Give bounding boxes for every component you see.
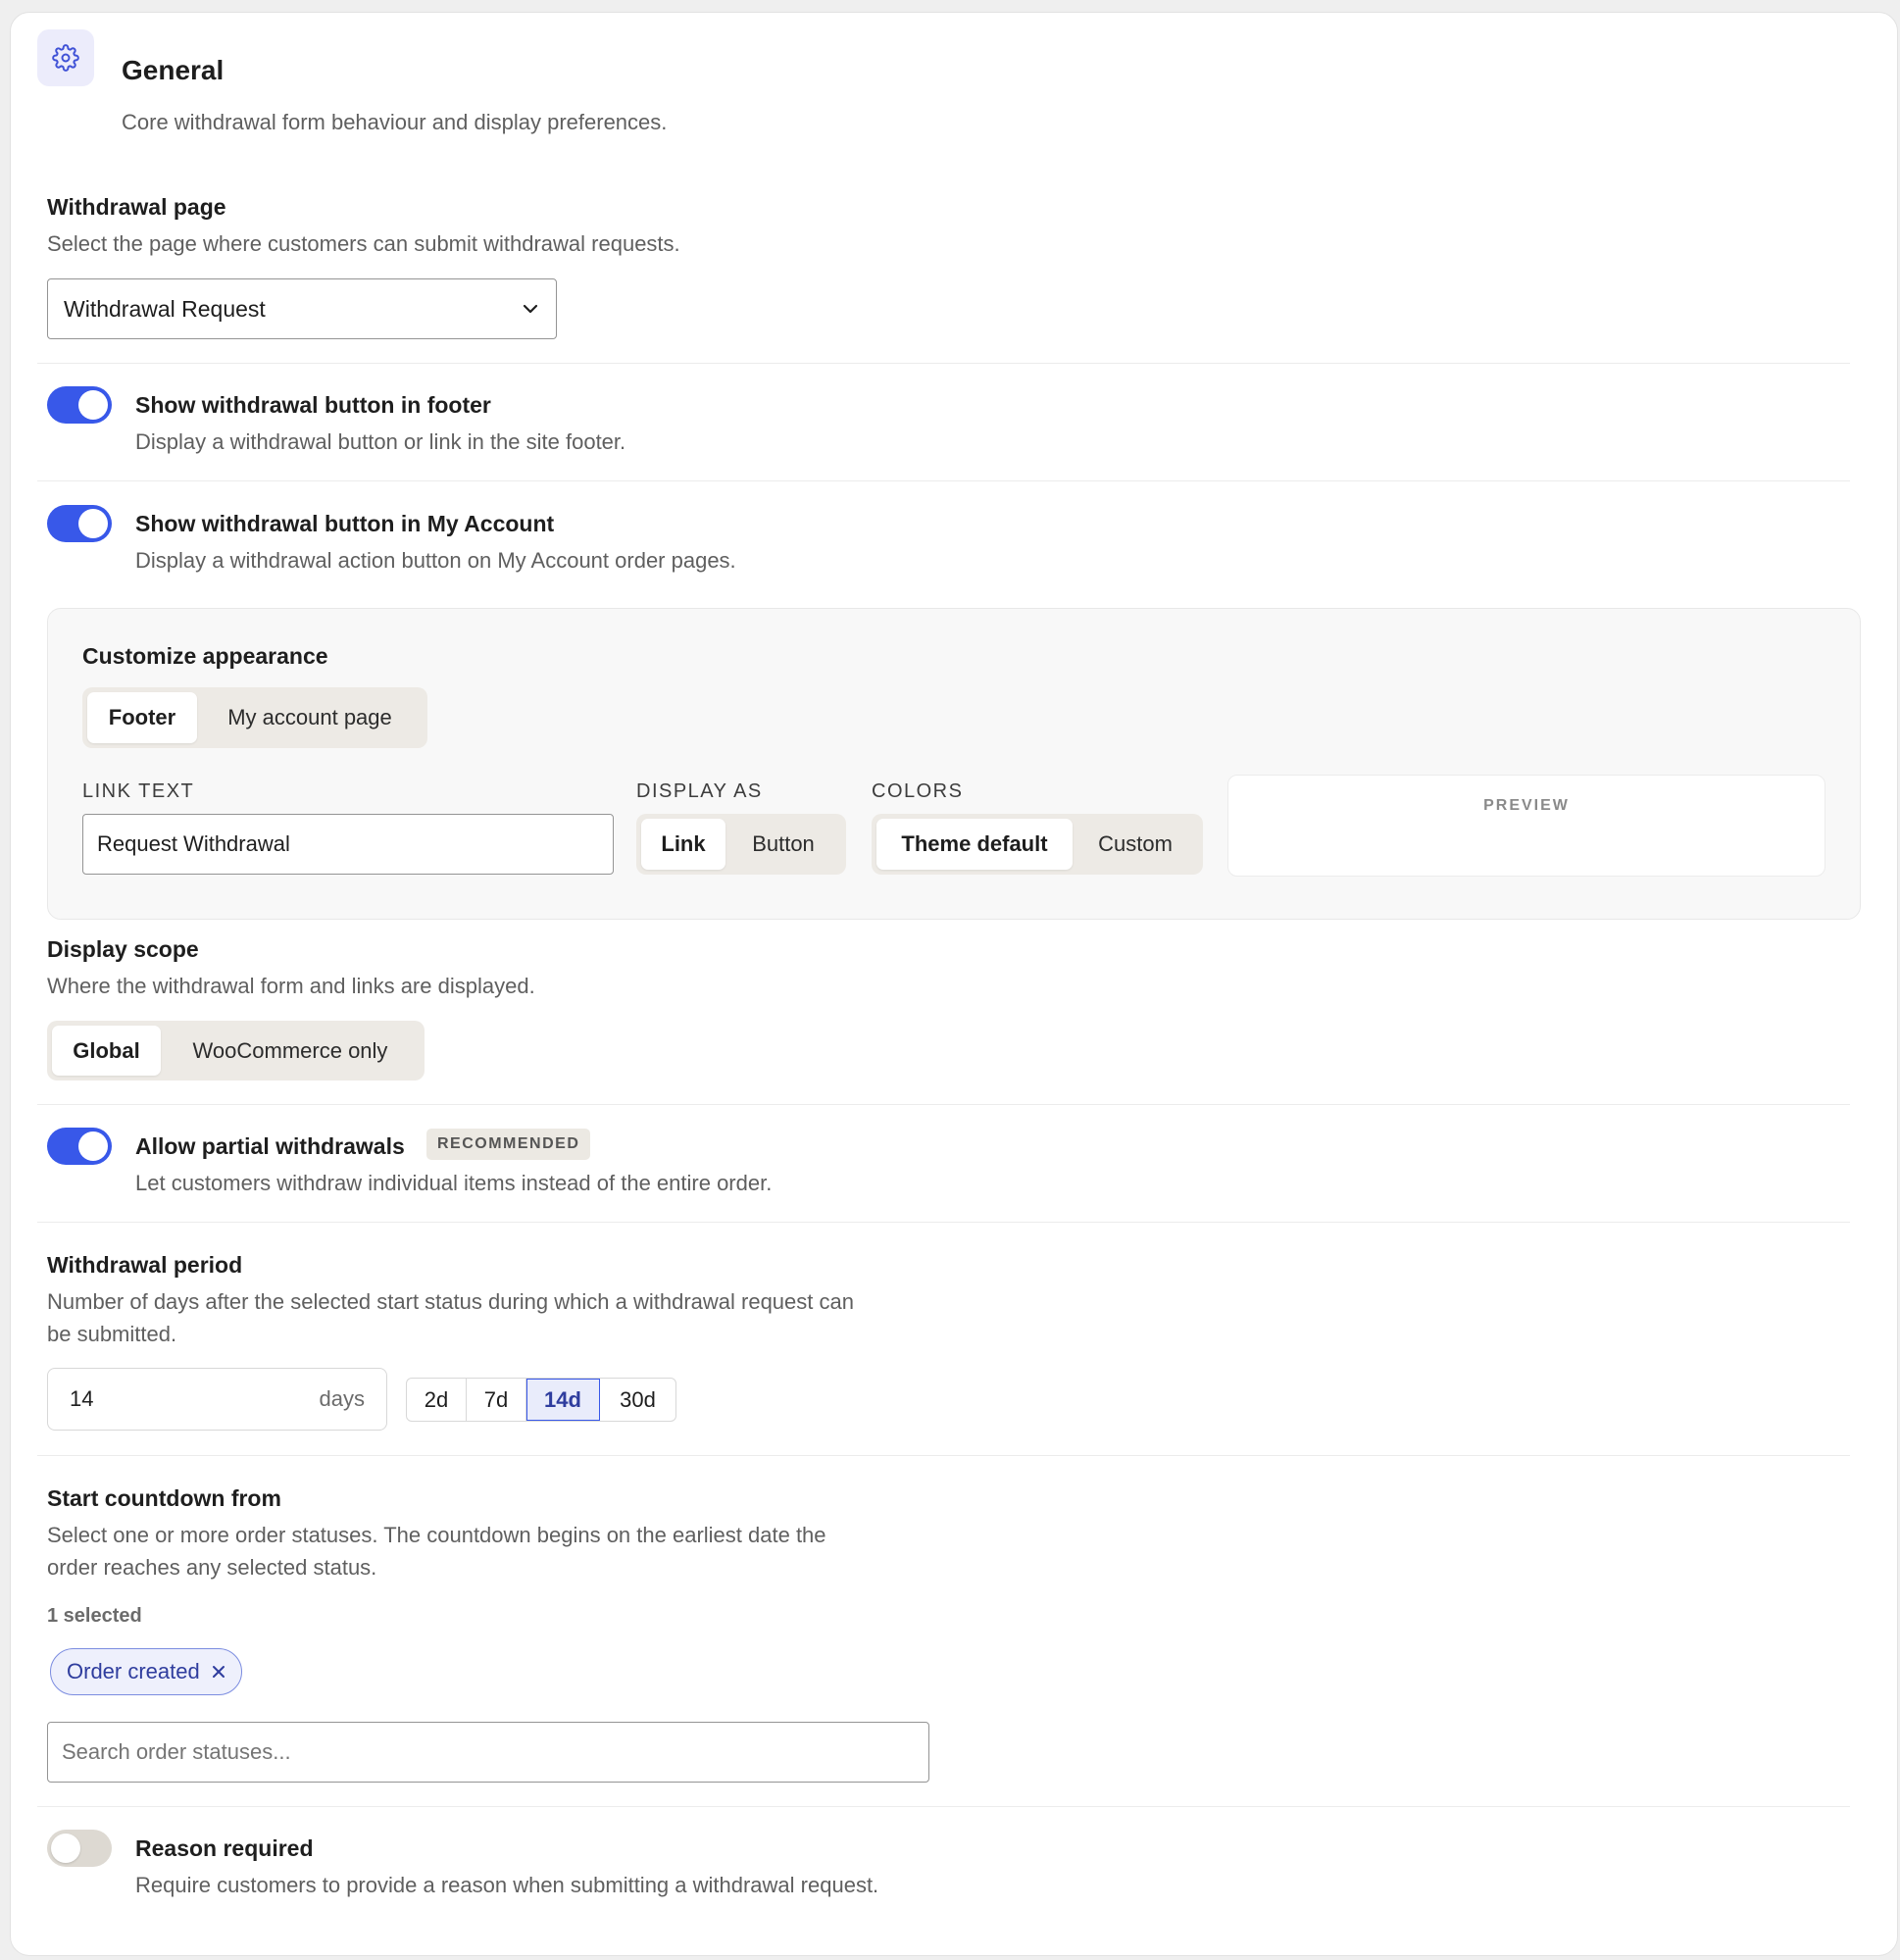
- tab-my-account-page[interactable]: My account page: [197, 692, 423, 743]
- link-text-value: Request Withdrawal: [97, 831, 290, 856]
- colors-group: Theme default Custom: [872, 814, 1203, 875]
- withdrawal-days-input[interactable]: 14 days: [47, 1368, 387, 1431]
- status-chip-order-created: Order created: [50, 1648, 242, 1695]
- withdrawal-page-description: Select the page where customers can subm…: [47, 231, 680, 256]
- toggle-knob: [78, 1131, 108, 1161]
- selected-count: 1 selected: [47, 1605, 142, 1627]
- preset-14d[interactable]: 14d: [526, 1379, 600, 1421]
- status-search-input[interactable]: [47, 1722, 929, 1783]
- customize-tab-group: Footer My account page: [82, 687, 427, 748]
- scope-woocommerce-only[interactable]: WooCommerce only: [161, 1026, 420, 1076]
- divider: [37, 1455, 1850, 1456]
- section-description: Core withdrawal form behaviour and displ…: [122, 110, 668, 134]
- reason-required-toggle[interactable]: [47, 1830, 112, 1867]
- display-scope-label: Display scope: [47, 936, 199, 962]
- toggle-knob: [78, 390, 108, 420]
- account-button-description: Display a withdrawal action button on My…: [135, 548, 736, 573]
- tab-footer[interactable]: Footer: [87, 692, 197, 743]
- preset-2d[interactable]: 2d: [407, 1379, 467, 1421]
- divider: [37, 480, 1850, 481]
- display-scope-description: Where the withdrawal form and links are …: [47, 974, 535, 998]
- footer-button-description: Display a withdrawal button or link in t…: [135, 429, 626, 454]
- gear-icon: [52, 44, 79, 72]
- link-text-input[interactable]: Request Withdrawal: [82, 814, 614, 875]
- withdrawal-period-description-line2: be submitted.: [47, 1322, 177, 1346]
- display-as-button[interactable]: Button: [725, 819, 841, 870]
- scope-global[interactable]: Global: [52, 1026, 161, 1076]
- partial-withdrawals-label: Allow partial withdrawals: [135, 1133, 405, 1159]
- status-chip-label: Order created: [67, 1659, 200, 1684]
- withdrawal-days-value: 14: [70, 1386, 94, 1411]
- divider: [37, 1806, 1850, 1807]
- withdrawal-period-description-line1: Number of days after the selected start …: [47, 1289, 854, 1314]
- recommended-badge: RECOMMENDED: [426, 1129, 591, 1160]
- account-button-label: Show withdrawal button in My Account: [135, 511, 555, 536]
- countdown-description-line1: Select one or more order statuses. The c…: [47, 1523, 826, 1547]
- account-button-toggle[interactable]: [47, 505, 112, 542]
- withdrawal-page-select[interactable]: Withdrawal Request: [47, 278, 557, 339]
- withdrawal-period-label: Withdrawal period: [47, 1252, 243, 1278]
- withdrawal-page-selected-value: Withdrawal Request: [64, 295, 266, 322]
- footer-button-toggle[interactable]: [47, 386, 112, 424]
- colors-custom[interactable]: Custom: [1073, 819, 1198, 870]
- reason-required-description: Require customers to provide a reason wh…: [135, 1873, 879, 1897]
- close-icon[interactable]: [212, 1665, 225, 1679]
- withdrawal-page-label: Withdrawal page: [47, 194, 226, 220]
- preset-30d[interactable]: 30d: [600, 1379, 675, 1421]
- display-as-link[interactable]: Link: [641, 819, 725, 870]
- toggle-knob: [51, 1834, 80, 1863]
- period-presets-group: 2d 7d 14d 30d: [406, 1378, 676, 1422]
- toggle-knob: [78, 509, 108, 538]
- divider: [37, 363, 1850, 364]
- preset-7d[interactable]: 7d: [467, 1379, 526, 1421]
- display-scope-group: Global WooCommerce only: [47, 1021, 425, 1081]
- display-as-group: Link Button: [636, 814, 846, 875]
- partial-withdrawals-toggle[interactable]: [47, 1128, 112, 1165]
- chevron-down-icon: [523, 304, 538, 314]
- countdown-label: Start countdown from: [47, 1485, 281, 1511]
- partial-withdrawals-description: Let customers withdraw individual items …: [135, 1171, 773, 1195]
- settings-icon-box: [37, 29, 94, 86]
- withdrawal-days-unit: days: [319, 1386, 365, 1411]
- colors-label: COLORS: [872, 780, 964, 802]
- display-as-label: DISPLAY AS: [636, 780, 763, 802]
- customize-appearance-title: Customize appearance: [82, 643, 328, 669]
- footer-button-label: Show withdrawal button in footer: [135, 392, 491, 418]
- link-text-label: LINK TEXT: [82, 780, 195, 802]
- preview-label: PREVIEW: [1483, 797, 1570, 814]
- divider: [37, 1104, 1850, 1105]
- reason-required-label: Reason required: [135, 1835, 314, 1861]
- preview-box: PREVIEW: [1227, 775, 1825, 877]
- section-title: General: [122, 55, 225, 85]
- divider: [37, 1222, 1850, 1223]
- countdown-description-line2: order reaches any selected status.: [47, 1555, 377, 1580]
- colors-theme-default[interactable]: Theme default: [876, 819, 1073, 870]
